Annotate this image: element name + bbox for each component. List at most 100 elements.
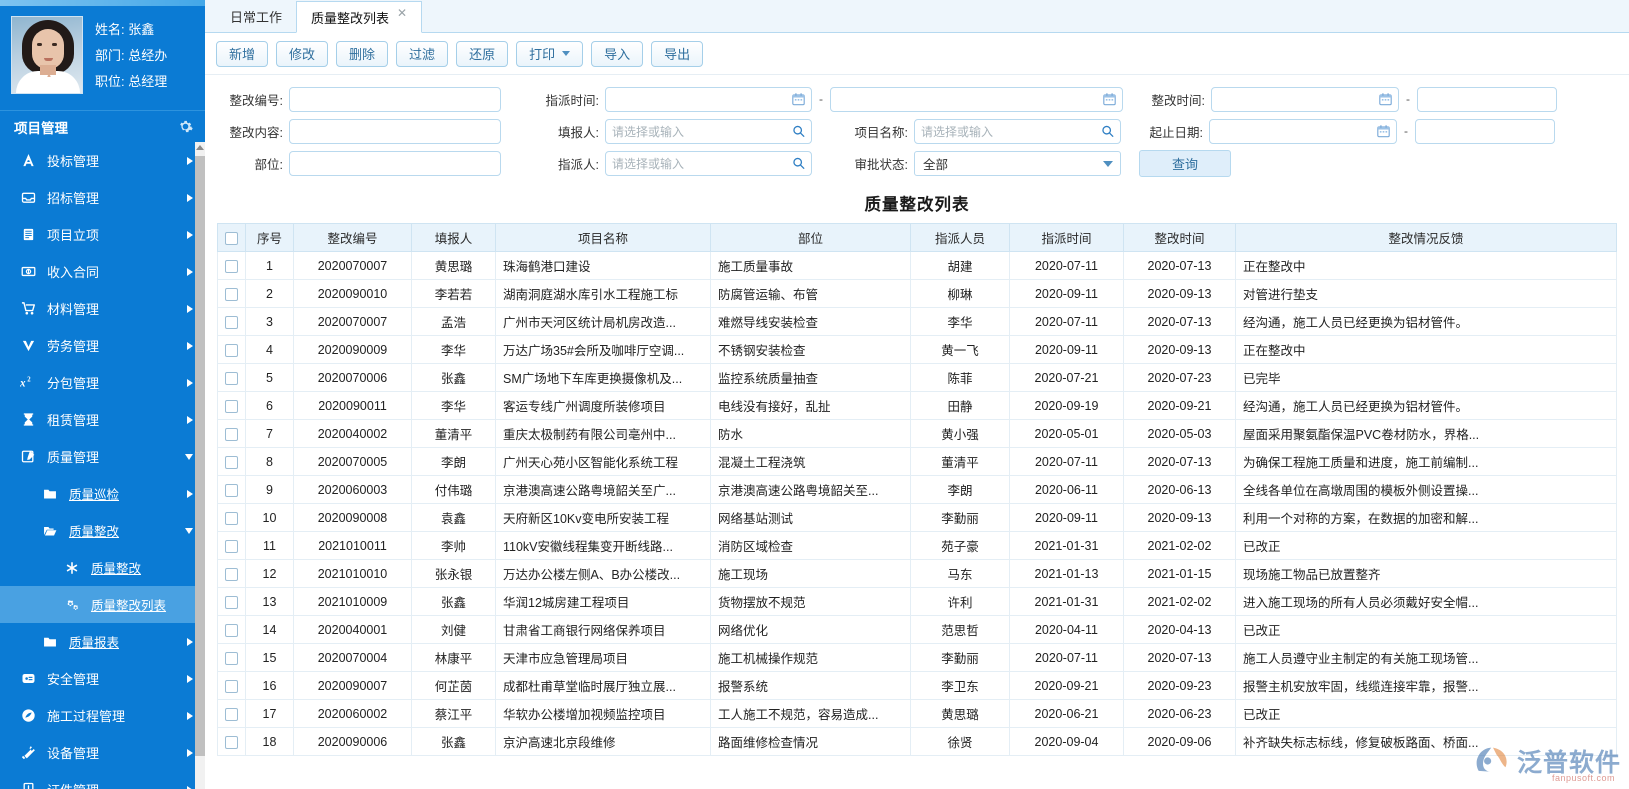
add-button[interactable]: 新增: [216, 40, 269, 67]
cell-reporter[interactable]: 蔡江平: [411, 699, 496, 728]
cell-project[interactable]: 万达广场35#会所及咖啡厅空调...: [495, 335, 711, 364]
row-checkbox[interactable]: [225, 623, 238, 637]
cell-assignee[interactable]: 黄一飞: [910, 335, 1010, 364]
search-icon[interactable]: [792, 157, 805, 170]
row-checkbox-cell[interactable]: [217, 391, 246, 420]
table-row[interactable]: 16 2020090007 何芷茵 成都杜甫草堂临时展厅独立展... 报警系统 李卫东 20…: [217, 671, 1617, 700]
date-range-from-input[interactable]: [1209, 118, 1397, 144]
cell-reporter[interactable]: 张鑫: [411, 363, 496, 392]
cell-assignee[interactable]: 许利: [910, 587, 1010, 616]
cell-reporter[interactable]: 李帅: [411, 531, 496, 560]
cell-project[interactable]: 京港澳高速公路粤境韶关至广...: [495, 475, 711, 504]
sidebar-item-6[interactable]: 劳务管理: [0, 327, 205, 364]
cell-code[interactable]: 2020070006: [293, 363, 412, 392]
calendar-icon[interactable]: [792, 93, 805, 106]
sidebar-item-11[interactable]: 质量整改: [0, 512, 205, 549]
export-button[interactable]: 导出: [651, 40, 704, 67]
cell-code[interactable]: 2020090007: [293, 671, 412, 700]
row-checkbox[interactable]: [225, 679, 238, 693]
row-checkbox-cell[interactable]: [217, 279, 246, 308]
cell-code[interactable]: 2020090011: [293, 391, 412, 420]
delete-button[interactable]: 删除: [336, 40, 389, 67]
query-button[interactable]: 查询: [1139, 149, 1231, 177]
cell-project[interactable]: 客运专线广州调度所装修项目: [495, 391, 711, 420]
row-checkbox[interactable]: [225, 399, 238, 413]
rectify-no-input[interactable]: [289, 86, 501, 112]
search-icon[interactable]: [792, 125, 805, 138]
tab-2[interactable]: 质量整改列表 ✕: [296, 1, 423, 33]
table-row[interactable]: 1 2020070007 黄思璐 珠海鹤港口建设 施工质量事故 胡建 2020-07-11 2…: [217, 251, 1617, 280]
table-row[interactable]: 9 2020060003 付伟璐 京港澳高速公路粤境韶关至广... 京港澳高速公路粤境韶…: [217, 475, 1617, 504]
table-row[interactable]: 13 2021010009 张鑫 华润12城房建工程项目 货物摆放不规范 许利 2021-0…: [217, 587, 1617, 616]
reporter-input[interactable]: 请选择或输入: [605, 118, 812, 144]
table-row[interactable]: 11 2021010011 李帅 110kV安徽线程集变开断线路... 消防区域检查 苑子…: [217, 531, 1617, 560]
row-checkbox-cell[interactable]: [217, 335, 246, 364]
table-row[interactable]: 8 2020070005 李朗 广州天心苑小区智能化系统工程 混凝土工程浇筑 董清平 202…: [217, 447, 1617, 476]
cell-project[interactable]: 珠海鹤港口建设: [495, 251, 711, 280]
cell-project[interactable]: 天府新区10Kv变电所安装工程: [495, 503, 711, 532]
row-checkbox[interactable]: [225, 343, 238, 357]
sidebar-item-4[interactable]: 收入合同: [0, 253, 205, 290]
table-row[interactable]: 2 2020090010 李若若 湖南洞庭湖水库引水工程施工标 防腐管运输、布管 柳琳 20…: [217, 279, 1617, 308]
cell-code[interactable]: 2020090008: [293, 503, 412, 532]
calendar-icon[interactable]: [1103, 93, 1116, 106]
cell-code[interactable]: 2020070007: [293, 307, 412, 336]
table-row[interactable]: 7 2020040002 董清平 重庆太极制药有限公司亳州中... 防水 黄小强 2020-…: [217, 419, 1617, 448]
table-row[interactable]: 5 2020070006 张鑫 SM广场地下车库更换摄像机及... 监控系统质量抽查 陈菲…: [217, 363, 1617, 392]
cell-project[interactable]: 湖南洞庭湖水库引水工程施工标: [495, 279, 711, 308]
cell-reporter[interactable]: 李华: [411, 391, 496, 420]
cell-assignee[interactable]: 李勤丽: [910, 503, 1010, 532]
tab-1[interactable]: 日常工作: [216, 0, 296, 32]
cell-code[interactable]: 2021010011: [293, 531, 412, 560]
cell-code[interactable]: 2020060002: [293, 699, 412, 728]
cell-code[interactable]: 2020090010: [293, 279, 412, 308]
cell-assignee[interactable]: 田静: [910, 391, 1010, 420]
cell-reporter[interactable]: 黄思璐: [411, 251, 496, 280]
cell-project[interactable]: 110kV安徽线程集变开断线路...: [495, 531, 711, 560]
row-checkbox-cell[interactable]: [217, 419, 246, 448]
cell-assignee[interactable]: 李勤丽: [910, 643, 1010, 672]
cell-reporter[interactable]: 付伟璐: [411, 475, 496, 504]
cell-reporter[interactable]: 林康平: [411, 643, 496, 672]
cell-assignee[interactable]: 黄小强: [910, 419, 1010, 448]
cell-project[interactable]: 广州天心苑小区智能化系统工程: [495, 447, 711, 476]
row-checkbox-cell[interactable]: [217, 615, 246, 644]
sidebar-item-18[interactable]: 证件管理: [0, 771, 205, 789]
select-all-checkbox[interactable]: [225, 231, 238, 245]
cell-assignee[interactable]: 马东: [910, 559, 1010, 588]
cell-code[interactable]: 2021010009: [293, 587, 412, 616]
row-checkbox-cell[interactable]: [217, 643, 246, 672]
sidebar-item-15[interactable]: 安全管理: [0, 660, 205, 697]
row-checkbox-cell[interactable]: [217, 475, 246, 504]
cell-code[interactable]: 2020070005: [293, 447, 412, 476]
row-checkbox-cell[interactable]: [217, 531, 246, 560]
cell-project[interactable]: 甘肃省工商银行网络保养项目: [495, 615, 711, 644]
cell-project[interactable]: 京沪高速北京段维修: [495, 727, 711, 756]
sidebar-item-10[interactable]: 质量巡检: [0, 475, 205, 512]
sidebar-item-3[interactable]: 项目立项: [0, 216, 205, 253]
sidebar-scrollbar[interactable]: [195, 142, 205, 789]
sidebar-item-13[interactable]: 质量整改列表: [0, 586, 205, 623]
table-row[interactable]: 17 2020060002 蔡江平 华软办公楼增加视频监控项目 工人施工不规范，容易造成…: [217, 699, 1617, 728]
cell-project[interactable]: 华软办公楼增加视频监控项目: [495, 699, 711, 728]
cell-reporter[interactable]: 刘健: [411, 615, 496, 644]
cell-project[interactable]: 成都杜甫草堂临时展厅独立展...: [495, 671, 711, 700]
gear-icon[interactable]: [178, 119, 193, 134]
rectify-time-from-input[interactable]: [1211, 86, 1399, 112]
cell-reporter[interactable]: 张鑫: [411, 727, 496, 756]
cell-project[interactable]: 重庆太极制药有限公司亳州中...: [495, 419, 711, 448]
row-checkbox-cell[interactable]: [217, 671, 246, 700]
import-button[interactable]: 导入: [591, 40, 644, 67]
sidebar-item-14[interactable]: 质量报表: [0, 623, 205, 660]
row-checkbox[interactable]: [225, 651, 238, 665]
cell-reporter[interactable]: 袁鑫: [411, 503, 496, 532]
table-row[interactable]: 6 2020090011 李华 客运专线广州调度所装修项目 电线没有接好，乱扯 田静 202…: [217, 391, 1617, 420]
cell-assignee[interactable]: 李华: [910, 307, 1010, 336]
cell-assignee[interactable]: 苑子豪: [910, 531, 1010, 560]
row-checkbox-cell[interactable]: [217, 363, 246, 392]
row-checkbox[interactable]: [225, 707, 238, 721]
approval-status-select[interactable]: 全部: [914, 150, 1121, 176]
cell-reporter[interactable]: 张鑫: [411, 587, 496, 616]
print-button[interactable]: 打印: [516, 40, 584, 67]
table-row[interactable]: 18 2020090006 张鑫 京沪高速北京段维修 路面维修检查情况 徐贤 2020-09…: [217, 727, 1617, 756]
